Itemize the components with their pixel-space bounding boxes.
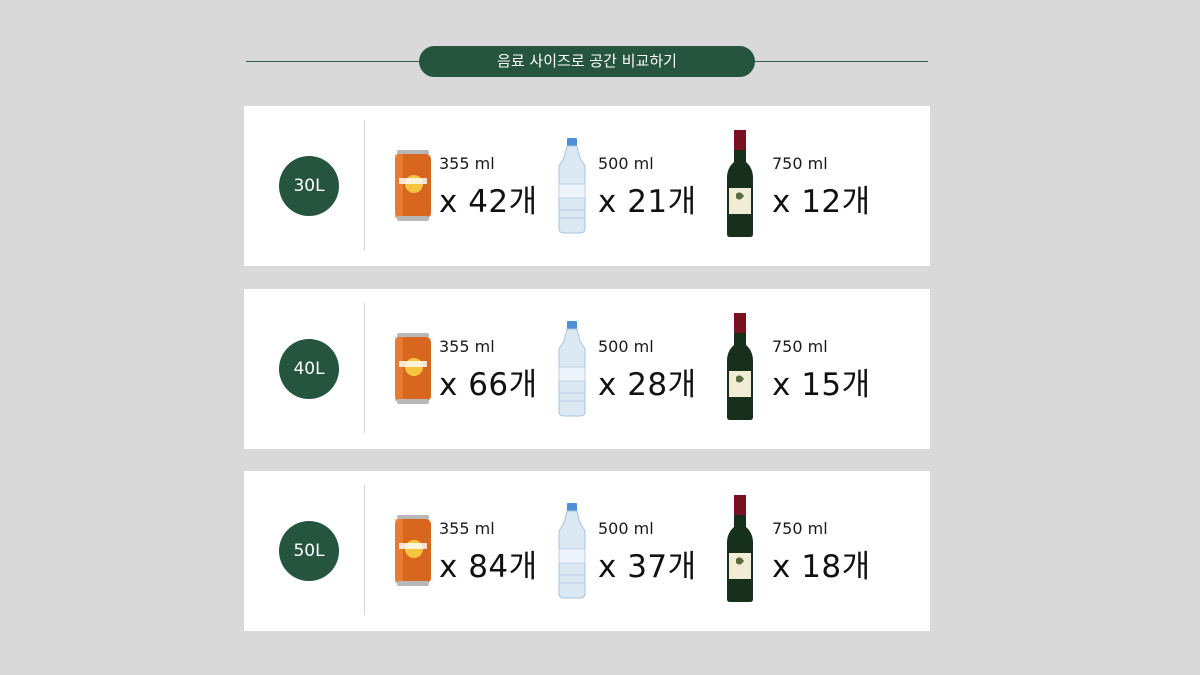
orange-can-icon xyxy=(395,515,431,586)
volume-label: 355 ml xyxy=(439,519,495,538)
capacity-badge: 50L xyxy=(279,521,339,581)
volume-label: 355 ml xyxy=(439,154,495,173)
title-bar: 음료 사이즈로 공간 비교하기 xyxy=(246,46,928,78)
count-value: x 12개 xyxy=(772,184,871,220)
volume-label: 500 ml xyxy=(598,519,654,538)
count-value: x 18개 xyxy=(772,549,871,585)
volume-label: 750 ml xyxy=(772,519,828,538)
capacity-badge: 30L xyxy=(279,156,339,216)
capacity-card-50l: 50L 355 ml x 84개 500 ml x 37개 750 ml x 1… xyxy=(244,471,930,631)
water-bottle-icon xyxy=(558,321,586,417)
wine-bottle-icon xyxy=(727,495,753,602)
card-divider xyxy=(364,120,365,250)
count-value: x 37개 xyxy=(598,549,697,585)
count-value: x 66개 xyxy=(439,367,538,403)
wine-bottle-icon xyxy=(727,130,753,237)
volume-label: 355 ml xyxy=(439,337,495,356)
volume-label: 750 ml xyxy=(772,154,828,173)
count-value: x 42개 xyxy=(439,184,538,220)
capacity-card-40l: 40L 355 ml x 66개 500 ml x 28개 750 ml x 1… xyxy=(244,289,930,449)
capacity-badge: 40L xyxy=(279,339,339,399)
capacity-card-30l: 30L 355 ml x 42개 500 ml x 21개 750 ml x 1… xyxy=(244,106,930,266)
volume-label: 750 ml xyxy=(772,337,828,356)
volume-label: 500 ml xyxy=(598,337,654,356)
wine-bottle-icon xyxy=(727,313,753,420)
count-value: x 84개 xyxy=(439,549,538,585)
volume-label: 500 ml xyxy=(598,154,654,173)
water-bottle-icon xyxy=(558,503,586,599)
page-title: 음료 사이즈로 공간 비교하기 xyxy=(419,46,755,77)
count-value: x 21개 xyxy=(598,184,697,220)
count-value: x 15개 xyxy=(772,367,871,403)
count-value: x 28개 xyxy=(598,367,697,403)
orange-can-icon xyxy=(395,333,431,404)
water-bottle-icon xyxy=(558,138,586,234)
card-divider xyxy=(364,485,365,615)
card-divider xyxy=(364,303,365,433)
orange-can-icon xyxy=(395,150,431,221)
